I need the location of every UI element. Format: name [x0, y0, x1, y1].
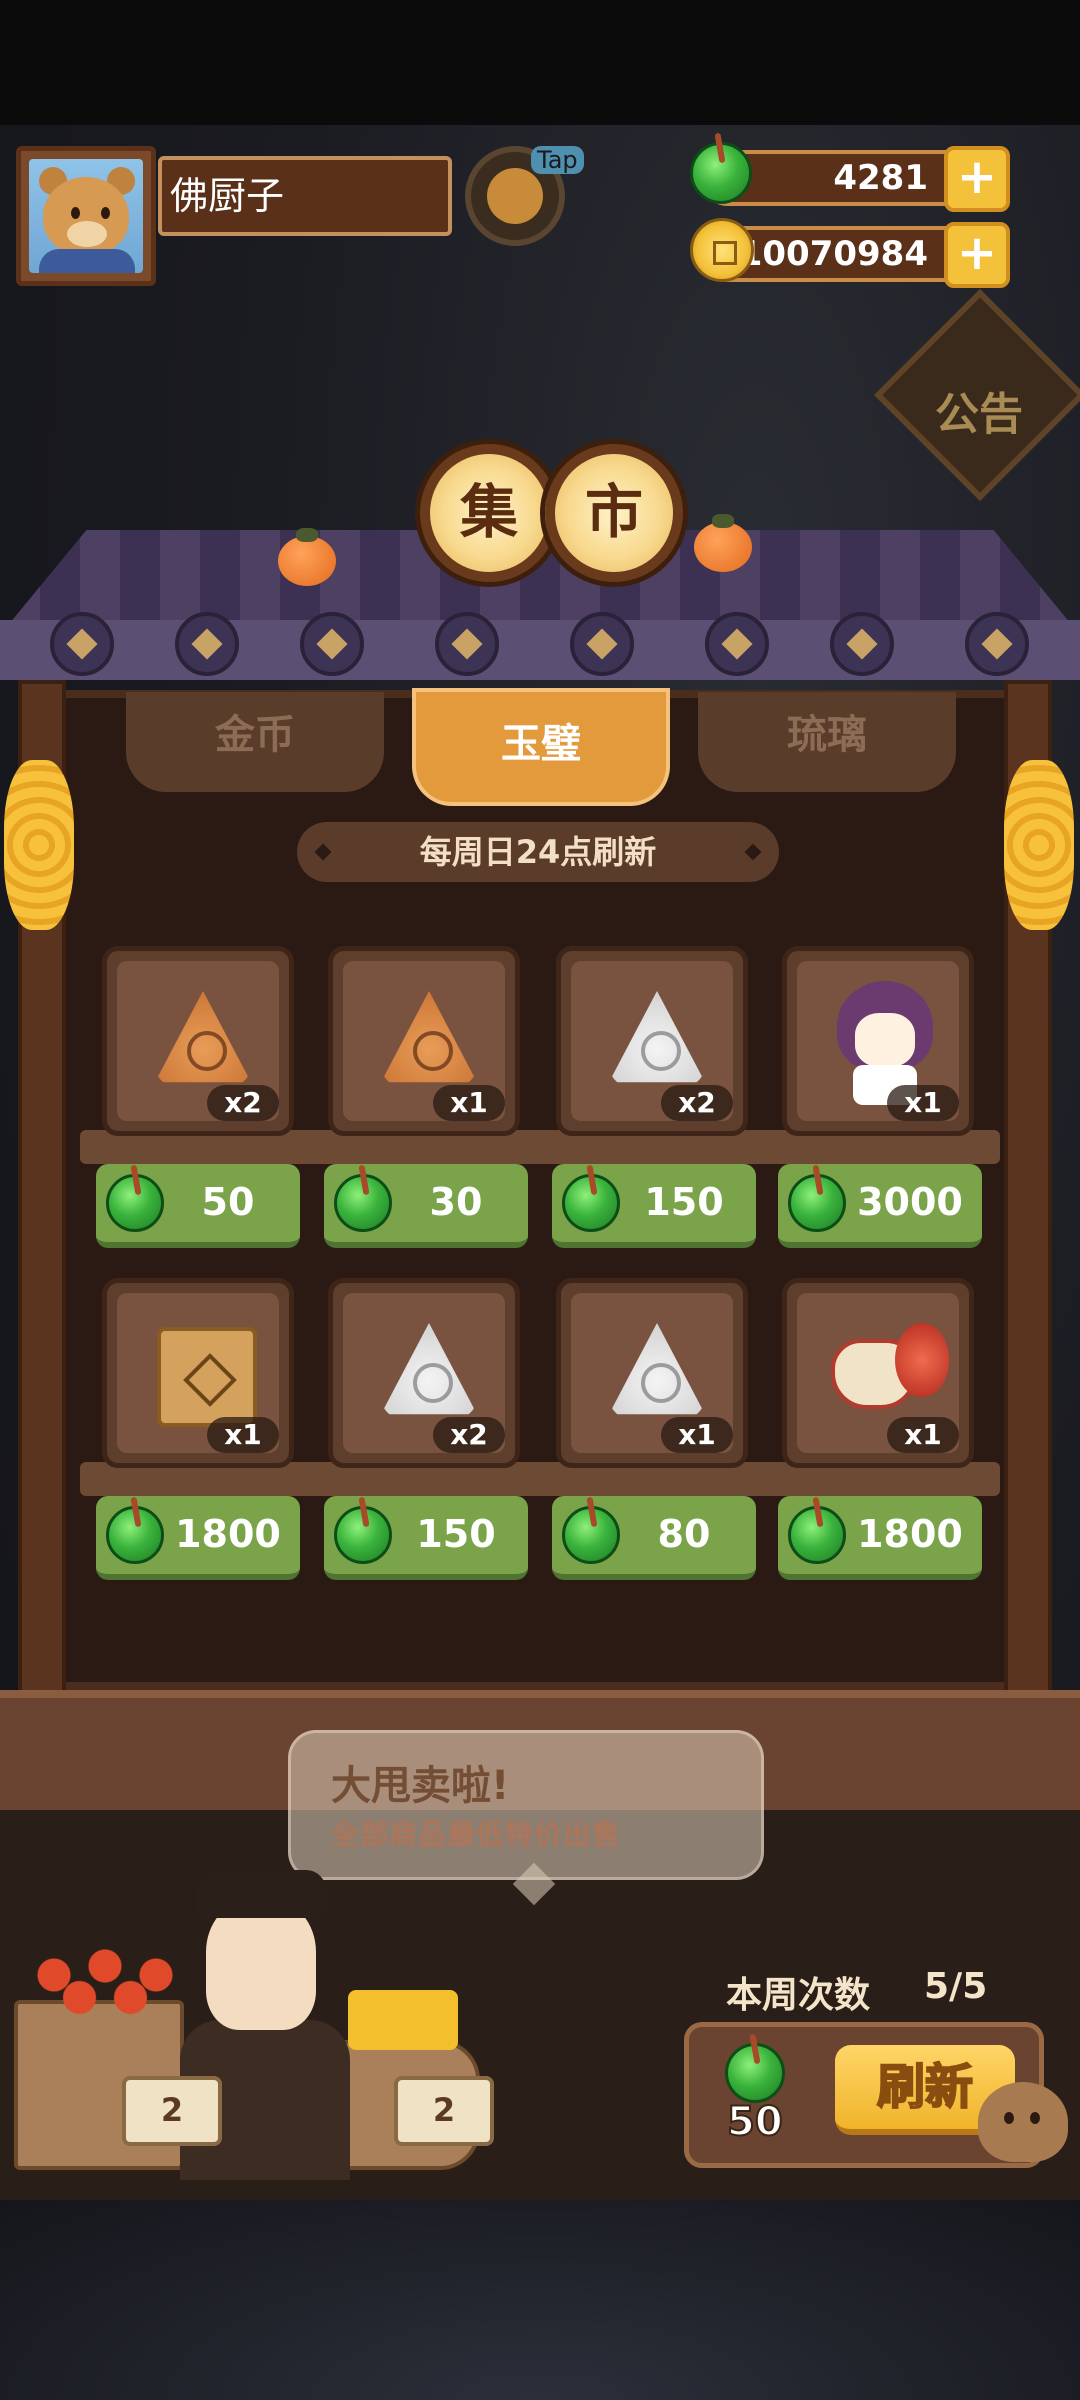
shop-item-card[interactable]: x1 [102, 1278, 294, 1468]
weekly-refresh-note: 每周日24点刷新 [297, 822, 779, 882]
shop-item-card[interactable]: x2 [102, 946, 294, 1136]
add-jade-button[interactable]: + [944, 146, 1010, 212]
price-value: 50 [201, 1180, 255, 1224]
price-button[interactable]: 1800 [96, 1496, 300, 1580]
price-value: 3000 [857, 1180, 963, 1224]
cheese-block-icon [348, 1990, 458, 2050]
avatar-portrait [29, 159, 143, 273]
jade-bi-icon [106, 1506, 164, 1564]
tap-button[interactable]: Tap [465, 146, 584, 246]
price-value: 80 [657, 1512, 711, 1556]
refresh-cost: 50 [726, 2098, 784, 2146]
cat-mascot-icon [978, 2082, 1068, 2162]
tap-character-icon [487, 168, 543, 224]
jade-bi-icon [334, 1174, 392, 1232]
market-title-char-1: 集 [420, 444, 558, 582]
price-button[interactable]: 3000 [778, 1164, 982, 1248]
player-name: 佛厨子 [158, 156, 452, 236]
tab-glaze[interactable]: 琉璃 [698, 692, 956, 792]
tab-jade-bi[interactable]: 玉璧 [412, 688, 670, 806]
price-value: 1800 [175, 1512, 281, 1556]
price-value: 1800 [857, 1512, 963, 1556]
price-tag: 2 [122, 2076, 222, 2146]
item-quantity: x1 [207, 1417, 279, 1453]
weekly-count-label: 本周次数 [726, 1975, 871, 2016]
notice-label: 公告 [935, 389, 1023, 440]
tassel-mark-icon [413, 1031, 453, 1071]
price-button[interactable]: 1800 [778, 1496, 982, 1580]
gold-coin-icon [690, 218, 754, 282]
wave-mark-icon [641, 1031, 681, 1071]
beetle-mark-icon [641, 1363, 681, 1403]
shop-item-card[interactable]: x1 [782, 1278, 974, 1468]
player-avatar[interactable] [16, 146, 156, 286]
bear-eye [101, 207, 110, 219]
jade-bi-icon [788, 1174, 846, 1232]
ground-shadow [0, 2200, 1080, 2400]
jade-bi-icon [788, 1506, 846, 1564]
item-quantity: x1 [661, 1417, 733, 1453]
red-berries-icon [20, 1930, 190, 2020]
roof-edge [0, 620, 1080, 680]
jade-bi-icon [725, 2043, 785, 2103]
jade-bi-icon [562, 1174, 620, 1232]
item-quantity: x1 [887, 1085, 959, 1121]
roof-tile [50, 612, 114, 676]
merchant-speech-bubble: 大甩卖啦! 全部商品最低特价出售 [288, 1730, 764, 1880]
shop-item-card[interactable]: x1 [556, 1278, 748, 1468]
shop-item-card[interactable]: x2 [556, 946, 748, 1136]
roof-tile [705, 612, 769, 676]
jade-amount: 4281 [833, 158, 928, 198]
chibi-girl-face [855, 1013, 915, 1067]
price-button[interactable]: 80 [552, 1496, 756, 1580]
roof-tile [300, 612, 364, 676]
shop-item-card[interactable]: x2 [328, 1278, 520, 1468]
weekly-count-value: 5/5 [924, 1966, 988, 2007]
price-button[interactable]: 50 [96, 1164, 300, 1248]
jar-lid-icon [895, 1323, 949, 1397]
price-button[interactable]: 30 [324, 1164, 528, 1248]
bear-outfit [39, 249, 135, 273]
price-button[interactable]: 150 [552, 1164, 756, 1248]
price-value: 150 [416, 1512, 496, 1556]
price-value: 30 [429, 1180, 483, 1224]
leaf-mark-icon [413, 1363, 453, 1403]
item-quantity: x1 [433, 1085, 505, 1121]
item-quantity: x2 [661, 1085, 733, 1121]
roof-tile [435, 612, 499, 676]
treasure-chest-icon [157, 1327, 257, 1427]
jade-bi-icon [690, 142, 752, 204]
jade-bi-icon [562, 1506, 620, 1564]
add-coins-button[interactable]: + [944, 222, 1010, 288]
flower-mark-icon [187, 1031, 227, 1071]
item-quantity: x2 [207, 1085, 279, 1121]
hanging-corn-decoration [4, 760, 74, 930]
merchant-head[interactable] [206, 1900, 316, 2030]
roof-tile [830, 612, 894, 676]
merchant-hat [196, 1870, 326, 1918]
price-value: 150 [644, 1180, 724, 1224]
shop-item-card[interactable]: x1 [782, 946, 974, 1136]
persimmon-decoration [278, 528, 336, 586]
hanging-corn-decoration [1004, 760, 1074, 930]
item-quantity: x1 [887, 1417, 959, 1453]
market-title-char-2: 市 [545, 444, 683, 582]
jade-bi-icon [334, 1506, 392, 1564]
roof-tile [570, 612, 634, 676]
bear-muzzle [67, 221, 107, 247]
price-tag: 2 [394, 2076, 494, 2146]
jade-bi-icon [106, 1174, 164, 1232]
roof-tile [175, 612, 239, 676]
item-quantity: x2 [433, 1417, 505, 1453]
tap-label: Tap [531, 146, 584, 174]
bear-eye [71, 207, 80, 219]
bubble-title: 大甩卖啦! [331, 1763, 510, 1809]
bubble-subtitle: 全部商品最低特价出售 [331, 1818, 622, 1851]
persimmon-decoration [694, 514, 752, 572]
price-button[interactable]: 150 [324, 1496, 528, 1580]
tab-gold-coin[interactable]: 金币 [126, 692, 384, 792]
roof-tile [965, 612, 1029, 676]
coin-amount: 10070984 [738, 234, 928, 274]
shop-item-card[interactable]: x1 [328, 946, 520, 1136]
